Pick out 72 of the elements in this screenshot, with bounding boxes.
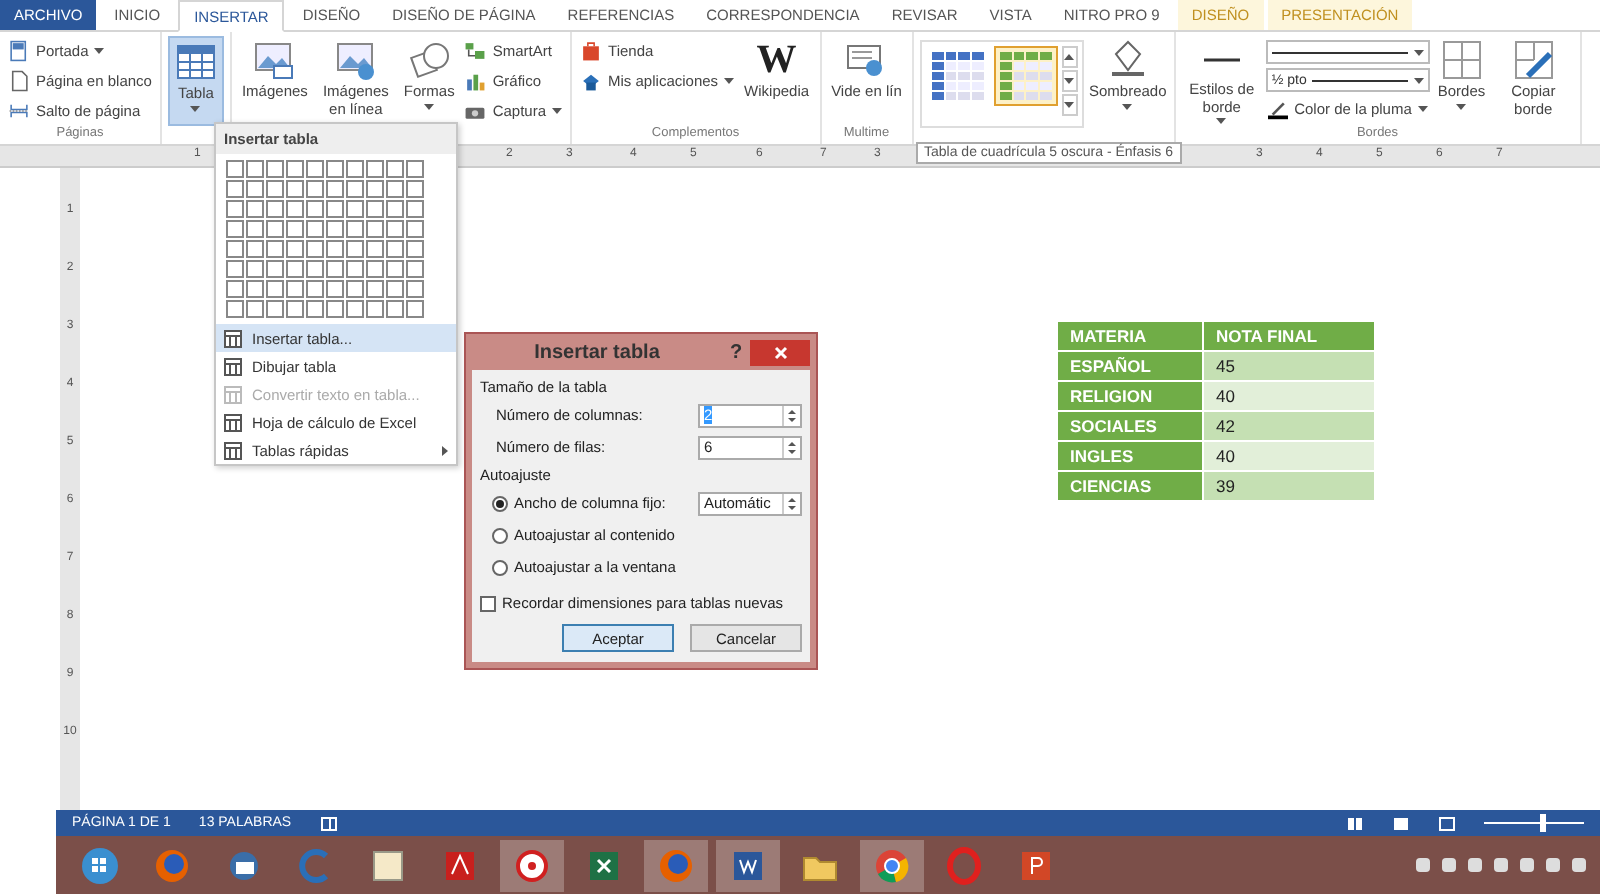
- gallery-scroll-button[interactable]: [1061, 70, 1078, 92]
- radio-button[interactable]: [492, 527, 508, 543]
- more-arrow-icon: [1064, 102, 1075, 108]
- table-icon: [224, 441, 242, 459]
- caret-icon: [552, 108, 563, 114]
- pen-icon: [1267, 98, 1289, 120]
- caret-icon: [1216, 118, 1227, 125]
- table-style-thumbnail[interactable]: [993, 46, 1058, 106]
- table-cell: RELIGION: [1057, 381, 1203, 411]
- taskbar-button[interactable]: [860, 839, 924, 891]
- document-icon: [368, 845, 408, 885]
- table-cell: 42: [1203, 411, 1375, 441]
- proofing-book-icon[interactable]: [319, 815, 338, 831]
- dialog-title: Insertar tabla: [532, 341, 662, 363]
- fox-globe-icon: [656, 845, 696, 885]
- caret-icon: [424, 103, 435, 110]
- caret-icon: [1122, 103, 1133, 110]
- read-mode-icon[interactable]: [1346, 815, 1364, 831]
- table-icon: [224, 329, 242, 347]
- checkbox[interactable]: [480, 595, 496, 611]
- line-style-dropdown[interactable]: [1265, 40, 1430, 64]
- radio-button[interactable]: [492, 559, 508, 575]
- table-cell: CIENCIAS: [1057, 471, 1203, 501]
- table-cell: ESPAÑOL: [1057, 351, 1203, 381]
- picture-icon: [252, 38, 297, 82]
- smartart-icon: [464, 40, 487, 62]
- borders-icon: [1439, 38, 1484, 82]
- table-cell: 39: [1203, 471, 1375, 501]
- blank-page-icon: [8, 70, 30, 92]
- up-arrow-icon: [1064, 54, 1075, 60]
- table-cell: INGLES: [1057, 441, 1203, 471]
- caret-icon: [190, 105, 201, 112]
- taskbar-button[interactable]: [500, 839, 564, 891]
- caret-icon: [1417, 106, 1428, 112]
- caret-icon: [1456, 103, 1467, 110]
- web-layout-icon[interactable]: [1438, 815, 1456, 831]
- shapes-icon: [407, 38, 452, 82]
- close-button[interactable]: [750, 339, 810, 365]
- wikipedia-logo: W: [756, 38, 797, 82]
- bar-chart-icon: [464, 70, 487, 92]
- down-arrow-icon: [1064, 78, 1075, 84]
- caret-icon: [724, 78, 735, 84]
- table-icon: [173, 40, 218, 84]
- caret-icon: [1413, 49, 1424, 55]
- page-break-icon: [8, 100, 30, 122]
- caret-icon: [1413, 77, 1424, 83]
- print-layout-icon[interactable]: [1392, 815, 1410, 831]
- table-header-cell: MATERIA: [1057, 321, 1203, 351]
- table-cell: 45: [1203, 351, 1375, 381]
- taskbar-button[interactable]: [716, 839, 780, 891]
- fox-globe-icon: [152, 845, 192, 885]
- line-style-icon: [1203, 58, 1240, 62]
- disc-icon: [512, 845, 552, 885]
- table-cell: 40: [1203, 441, 1375, 471]
- table-cell: SOCIALES: [1057, 411, 1203, 441]
- gallery-scroll-button[interactable]: [1061, 46, 1078, 68]
- opera-icon: [944, 845, 984, 885]
- border-painter-icon: [1511, 38, 1556, 82]
- caret-icon: [94, 48, 105, 54]
- table-header-cell: NOTA FINAL: [1203, 321, 1375, 351]
- store-bag-icon: [580, 40, 603, 62]
- chrome-icon: [872, 845, 912, 885]
- radio-button[interactable]: [492, 495, 508, 511]
- close-icon: [773, 345, 787, 359]
- picture-globe-icon: [333, 38, 378, 82]
- help-button[interactable]: ?: [722, 341, 750, 363]
- table-cell: 40: [1203, 381, 1375, 411]
- apps-icon: [580, 70, 603, 92]
- start-orb-icon: [80, 845, 120, 885]
- gallery-scroll-button[interactable]: [1061, 94, 1078, 116]
- cover-page-icon: [8, 40, 30, 62]
- submenu-arrow-icon: [442, 445, 448, 455]
